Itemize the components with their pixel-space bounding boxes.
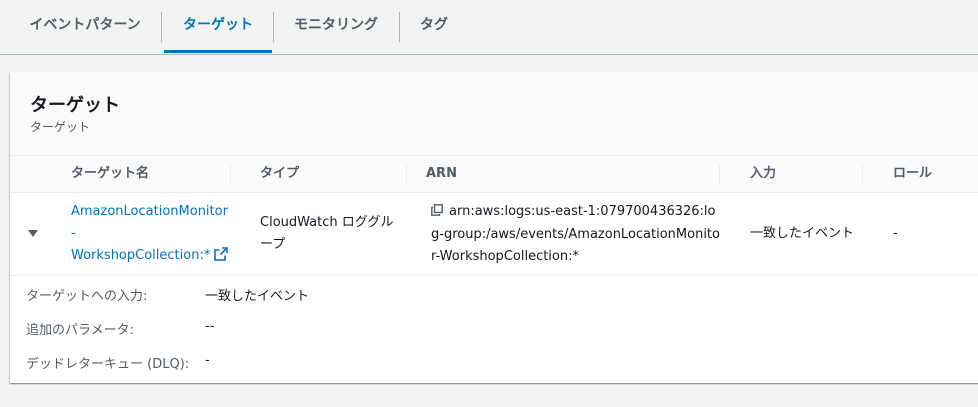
target-name-cell: AmazonLocationMonitor - WorkshopCollecti…: [71, 201, 241, 269]
column-header-input[interactable]: 入力: [750, 156, 776, 192]
tab-bar: イベントパターン ターゲット モニタリング タグ: [0, 0, 978, 55]
input-cell: 一致したイベント: [750, 226, 855, 241]
column-divider: [862, 164, 863, 186]
panel-description: ターゲット: [30, 120, 91, 134]
type-text: CloudWatch ロググル: [260, 215, 394, 230]
tab-monitoring[interactable]: モニタリング: [280, 0, 392, 53]
table-header: ターゲット名 タイプ ARN 入力 ロール: [10, 156, 978, 193]
target-name-link[interactable]: WorkshopCollection:*: [71, 248, 210, 263]
detail-label-dlq: デッドレターキュー (DLQ):: [26, 357, 190, 372]
detail-label-input: ターゲットへの入力:: [26, 289, 148, 304]
arn-text: r-WorkshopCollection:*: [431, 249, 579, 264]
detail-value-input: 一致したイベント: [205, 289, 310, 304]
column-divider: [230, 164, 231, 186]
detail-label-params: 追加のパラメータ:: [26, 323, 134, 338]
column-header-role[interactable]: ロール: [893, 156, 932, 192]
type-text: ープ: [260, 237, 286, 252]
tab-tags[interactable]: タグ: [410, 0, 458, 53]
copy-icon[interactable]: [431, 202, 443, 224]
targets-panel: ターゲット ターゲット ターゲット名 タイプ ARN 入力 ロール Amazon…: [10, 72, 978, 383]
target-name-link[interactable]: -: [71, 223, 241, 245]
arn-cell: arn:aws:logs:us-east-1:079700436326:lo g…: [431, 201, 731, 268]
arn-text: g-group:/aws/events/AmazonLocationMonito: [431, 227, 720, 242]
column-divider: [406, 164, 407, 186]
column-header-target-name[interactable]: ターゲット名: [71, 156, 149, 192]
expand-caret-icon[interactable]: [28, 230, 38, 237]
tab-event-pattern[interactable]: イベントパターン: [16, 0, 154, 53]
column-header-type[interactable]: タイプ: [260, 156, 299, 192]
column-divider: [719, 164, 720, 186]
panel-header: ターゲット ターゲット: [10, 72, 978, 156]
detail-value-params: --: [205, 319, 215, 334]
target-name-link[interactable]: AmazonLocationMonitor: [71, 201, 241, 223]
detail-value-dlq: -: [205, 353, 210, 368]
table-row: AmazonLocationMonitor - WorkshopCollecti…: [10, 193, 978, 276]
panel-title: ターゲット: [30, 95, 120, 116]
target-name-link-last[interactable]: WorkshopCollection:*: [71, 245, 241, 269]
tab-divider: [273, 12, 274, 42]
type-cell: CloudWatch ロググル ープ: [260, 212, 400, 256]
tab-divider: [161, 12, 162, 42]
arn-text: arn:aws:logs:us-east-1:079700436326:lo: [449, 204, 716, 219]
tab-targets[interactable]: ターゲット: [164, 0, 272, 53]
column-header-arn[interactable]: ARN: [426, 156, 457, 192]
external-link-icon[interactable]: [214, 247, 229, 269]
tab-divider: [399, 12, 400, 42]
role-cell: -: [893, 226, 898, 241]
